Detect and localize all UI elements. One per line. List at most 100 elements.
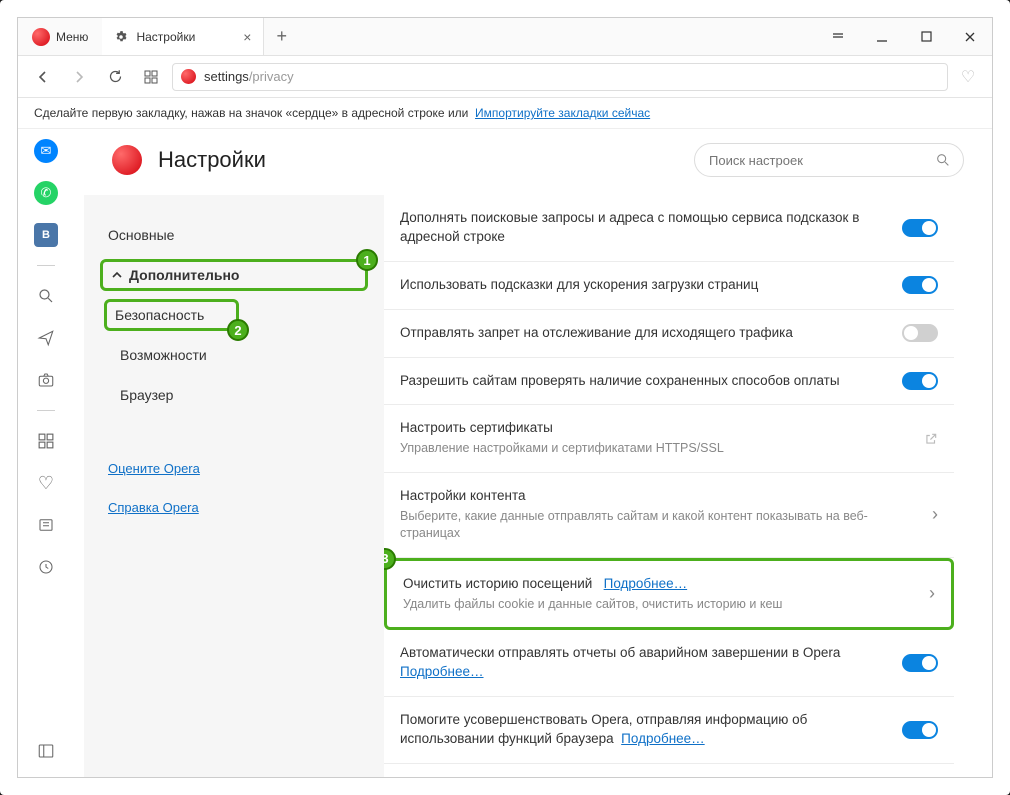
sidebar-toggle-button[interactable] (34, 739, 58, 763)
chevron-right-icon (72, 70, 86, 84)
send-rail-button[interactable] (34, 326, 58, 350)
speed-dial-button[interactable] (136, 62, 166, 92)
search-rail-button[interactable] (34, 284, 58, 308)
window-maximize-button[interactable] (904, 18, 948, 55)
sidebar-item-label: Возможности (120, 347, 207, 363)
sidebar-toggle-icon (37, 742, 55, 760)
sidebar-item-label: Браузер (120, 387, 173, 403)
bookmark-heart-button[interactable]: ♡ (954, 67, 982, 87)
sidebar-item-security[interactable]: Безопасность 2 (104, 299, 239, 331)
setting-do-not-track[interactable]: Отправлять запрет на отслеживание для ис… (384, 310, 954, 358)
chevron-right-icon: › (929, 583, 935, 604)
reload-icon (108, 69, 123, 84)
sidebar-item-features[interactable]: Возможности (100, 339, 368, 371)
collapse-icon (831, 30, 845, 44)
address-bar[interactable]: settings/privacy (172, 63, 948, 91)
setting-subtitle: Удалить файлы cookie и данные сайтов, оч… (403, 596, 913, 614)
paper-plane-icon (37, 329, 55, 347)
opera-menu-button[interactable]: Меню (18, 18, 102, 55)
setting-title: Дополнять поисковые запросы и адреса с п… (400, 210, 859, 244)
whatsapp-icon: ✆ (34, 181, 58, 205)
learn-more-link[interactable]: Подробнее… (621, 731, 705, 746)
opera-logo-icon (112, 145, 142, 175)
setting-content-settings[interactable]: Настройки контента Выберите, какие данны… (384, 473, 954, 558)
back-button[interactable] (28, 62, 58, 92)
settings-content: Настройки Основные Дополнительно 1 (74, 129, 992, 777)
setting-usage-stats[interactable]: Помогите усовершенствовать Opera, отправ… (384, 697, 954, 764)
sidebar-link-label: Оцените Opera (108, 461, 200, 476)
setting-malware-protection[interactable]: Включить защиту от вредоносных сайтов (384, 764, 954, 777)
toggle-switch[interactable] (902, 219, 938, 237)
toggle-switch[interactable] (902, 372, 938, 390)
news-icon (37, 516, 55, 534)
opera-logo-icon (32, 28, 50, 46)
tab-close-button[interactable]: × (243, 29, 251, 45)
sidebar-link-rate-opera[interactable]: Оцените Opera (100, 453, 368, 484)
sidebar-link-help-opera[interactable]: Справка Opera (100, 492, 368, 523)
tab-settings[interactable]: Настройки × (102, 18, 264, 55)
whatsapp-button[interactable]: ✆ (34, 181, 58, 205)
vk-icon: B (34, 223, 58, 247)
favorites-rail-button[interactable]: ♡ (34, 471, 58, 495)
clock-icon (37, 558, 55, 576)
url-protocol: settings (204, 69, 249, 84)
window-close-button[interactable] (948, 18, 992, 55)
toggle-switch[interactable] (902, 276, 938, 294)
left-rail: ✉ ✆ B ♡ (18, 129, 74, 777)
bookmarks-rail-button[interactable] (34, 429, 58, 453)
snapshot-rail-button[interactable] (34, 368, 58, 392)
sidebar-item-label: Безопасность (115, 307, 204, 323)
setting-title: Очистить историю посещений (403, 576, 592, 591)
setting-title: Разрешить сайтам проверять наличие сохра… (400, 373, 840, 388)
setting-title: Отправлять запрет на отслеживание для ис… (400, 325, 793, 340)
page-header: Настройки (84, 129, 964, 195)
camera-icon (37, 371, 55, 389)
bookmark-hint-bar: Сделайте первую закладку, нажав на значо… (18, 98, 992, 129)
minimize-icon (876, 31, 888, 43)
learn-more-link[interactable]: Подробнее… (400, 664, 484, 679)
gear-icon (114, 30, 128, 44)
messenger-button[interactable]: ✉ (34, 139, 58, 163)
sidebar-item-advanced[interactable]: Дополнительно 1 (100, 259, 368, 291)
import-bookmarks-link[interactable]: Импортируйте закладки сейчас (475, 106, 650, 120)
settings-search[interactable] (694, 143, 964, 177)
chevron-up-icon (111, 269, 123, 281)
setting-preload-hints[interactable]: Использовать подсказки для ускорения заг… (384, 262, 954, 310)
window-collapse-button[interactable] (816, 18, 860, 55)
news-rail-button[interactable] (34, 513, 58, 537)
new-tab-button[interactable]: + (264, 26, 299, 47)
learn-more-link[interactable]: Подробнее… (604, 576, 688, 591)
annotation-badge-1: 1 (356, 249, 378, 271)
settings-sidebar: Основные Дополнительно 1 Безопасность 2 … (84, 195, 384, 777)
setting-clear-browsing-data[interactable]: 3 Очистить историю посещений Подробнее… … (384, 558, 954, 630)
reload-button[interactable] (100, 62, 130, 92)
setting-payment-methods-check[interactable]: Разрешить сайтам проверять наличие сохра… (384, 358, 954, 406)
forward-button[interactable] (64, 62, 94, 92)
close-icon (964, 31, 976, 43)
toggle-switch[interactable] (902, 654, 938, 672)
toggle-switch[interactable] (902, 721, 938, 739)
setting-subtitle: Выберите, какие данные отправлять сайтам… (400, 508, 916, 543)
setting-title: Настроить сертификаты (400, 419, 908, 438)
browser-window: Меню Настройки × + (17, 17, 993, 778)
menu-label: Меню (56, 30, 88, 44)
setting-certificates[interactable]: Настроить сертификаты Управление настрой… (384, 405, 954, 472)
history-rail-button[interactable] (34, 555, 58, 579)
setting-crash-reports[interactable]: Автоматически отправлять отчеты об авари… (384, 630, 954, 697)
external-link-icon (924, 432, 938, 446)
grid-icon (144, 70, 158, 84)
setting-title: Использовать подсказки для ускорения заг… (400, 277, 758, 292)
chevron-left-icon (36, 70, 50, 84)
settings-search-input[interactable] (707, 152, 935, 169)
sidebar-item-browser[interactable]: Браузер (100, 379, 368, 411)
settings-list: Дополнять поисковые запросы и адреса с п… (384, 195, 954, 777)
url-path: /privacy (249, 69, 294, 84)
sidebar-item-basic[interactable]: Основные (100, 219, 368, 251)
window-minimize-button[interactable] (860, 18, 904, 55)
tab-title: Настройки (136, 30, 195, 44)
vk-button[interactable]: B (34, 223, 58, 247)
toggle-switch[interactable] (902, 324, 938, 342)
sidebar-item-label: Дополнительно (129, 267, 239, 283)
setting-title: Помогите усовершенствовать Opera, отправ… (400, 712, 807, 746)
setting-autocomplete-suggestions[interactable]: Дополнять поисковые запросы и адреса с п… (384, 195, 954, 262)
